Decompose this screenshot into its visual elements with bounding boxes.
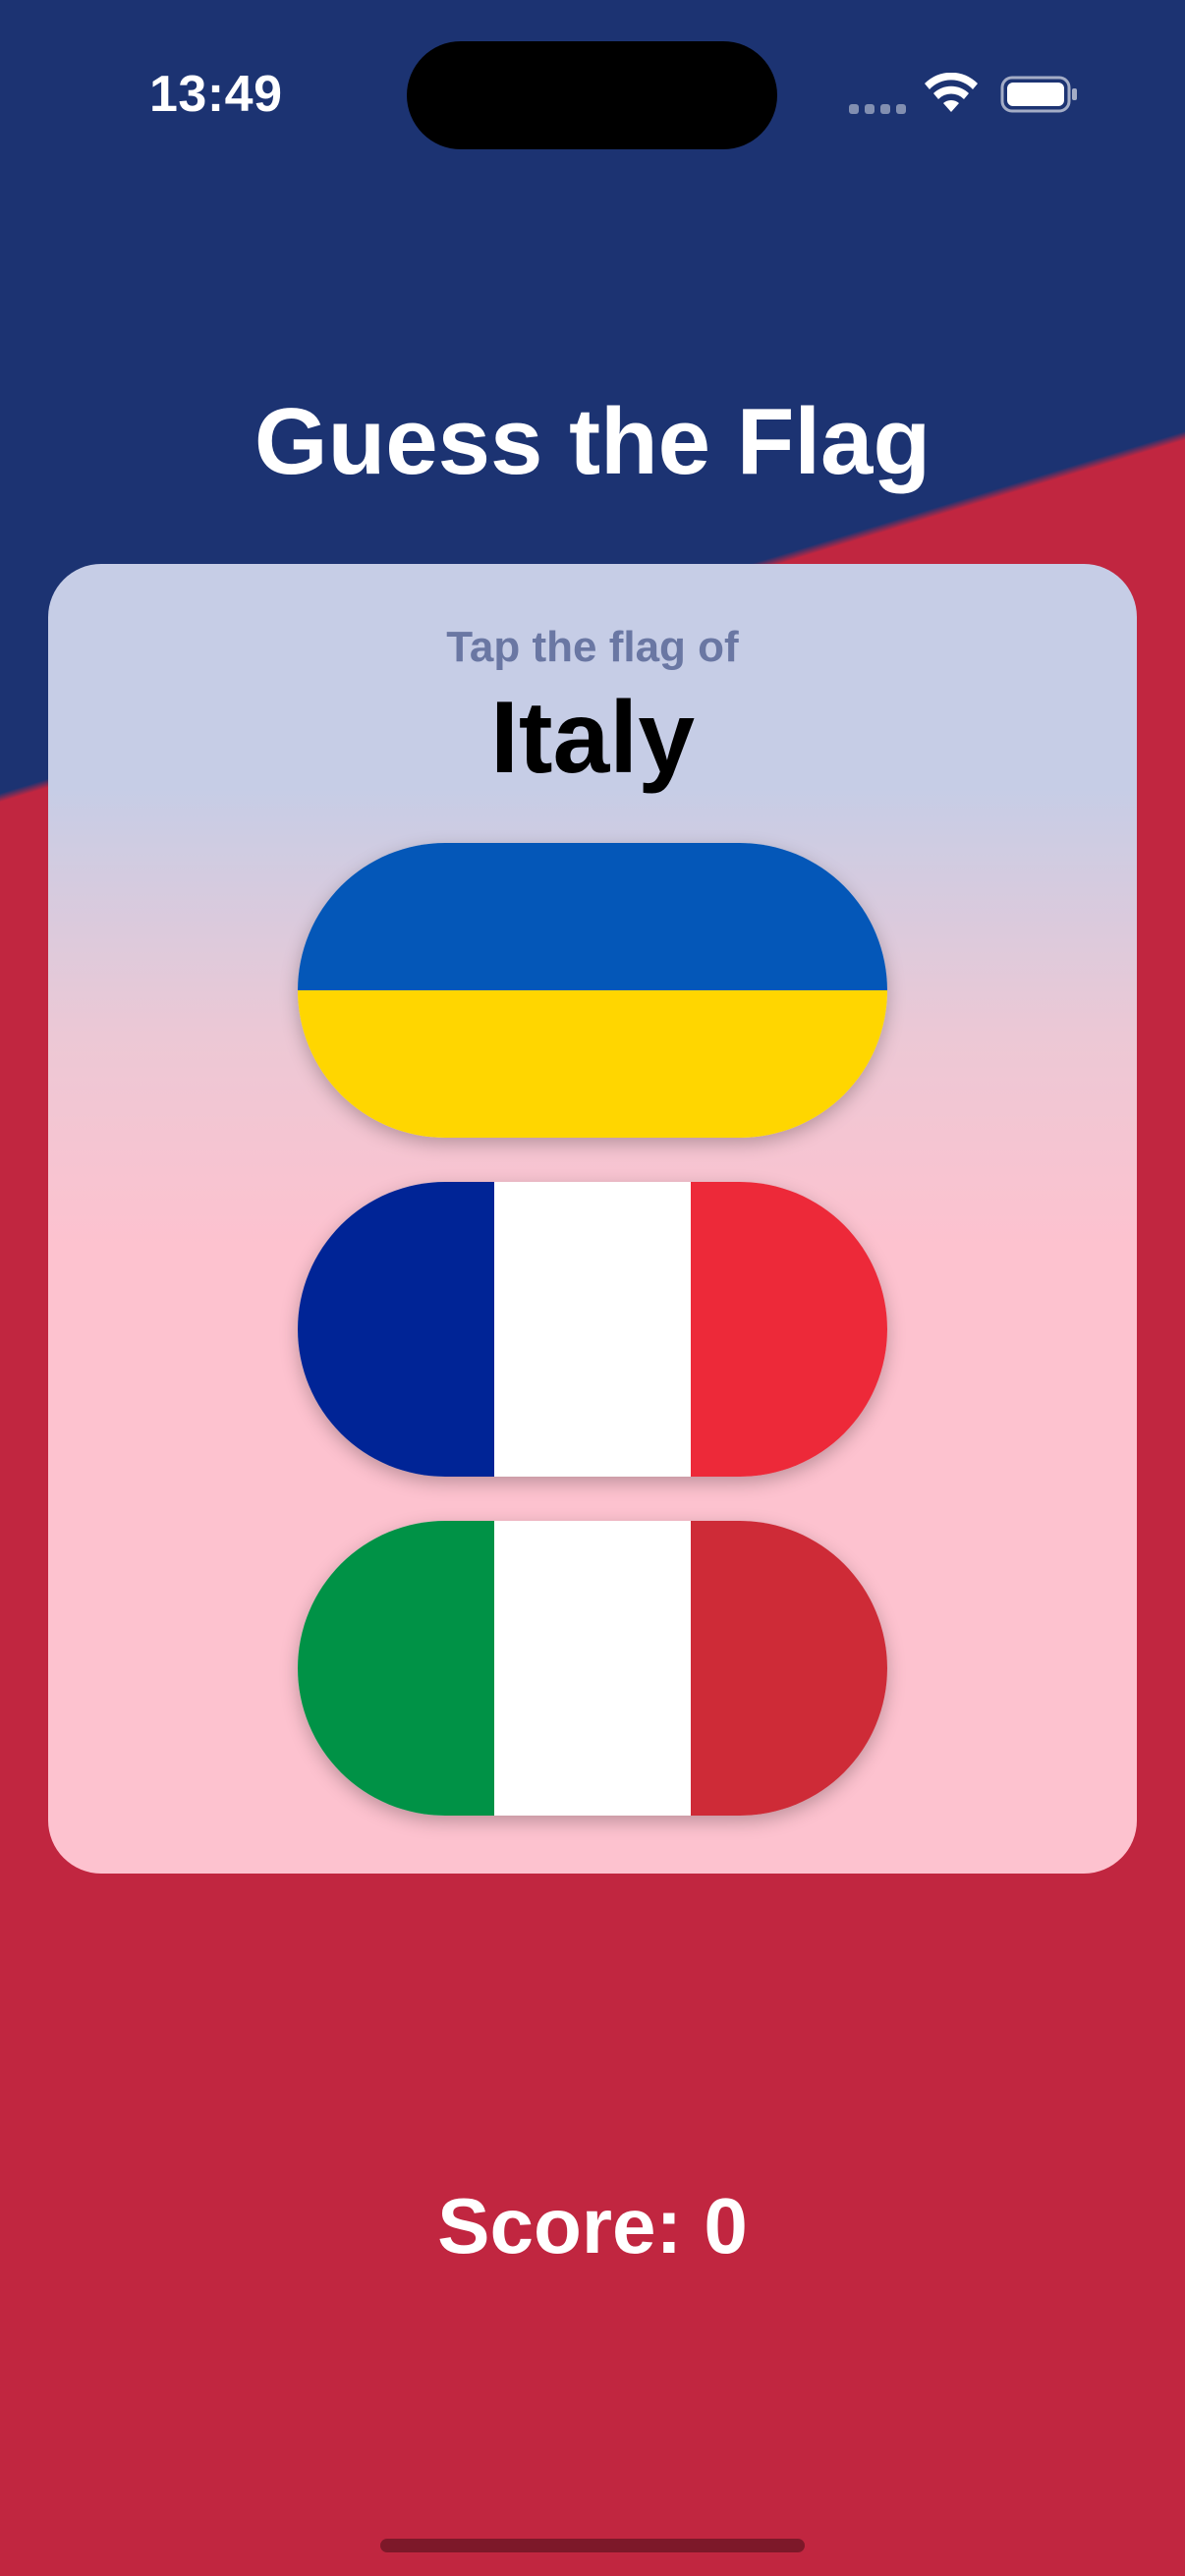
cellular-signal-icon: [849, 104, 906, 114]
italy-flag-icon: [298, 1521, 494, 1816]
status-time: 13:49: [149, 66, 283, 123]
home-indicator[interactable]: [380, 2539, 805, 2552]
score-label: Score: 0: [437, 2182, 748, 2269]
battery-icon: [1000, 76, 1077, 113]
flag-button-ukraine[interactable]: [298, 843, 887, 1138]
france-flag-icon: [298, 1182, 494, 1477]
wifi-icon: [925, 73, 978, 112]
question-card: Tap the flag of Italy: [48, 564, 1137, 1874]
dynamic-island: [407, 41, 777, 149]
flag-button-france[interactable]: [298, 1182, 887, 1477]
target-country: Italy: [489, 681, 696, 795]
ukraine-flag-icon: [298, 843, 887, 990]
question-prompt: Tap the flag of: [446, 623, 739, 671]
page-title: Guess the Flag: [254, 389, 931, 494]
flag-button-italy[interactable]: [298, 1521, 887, 1816]
